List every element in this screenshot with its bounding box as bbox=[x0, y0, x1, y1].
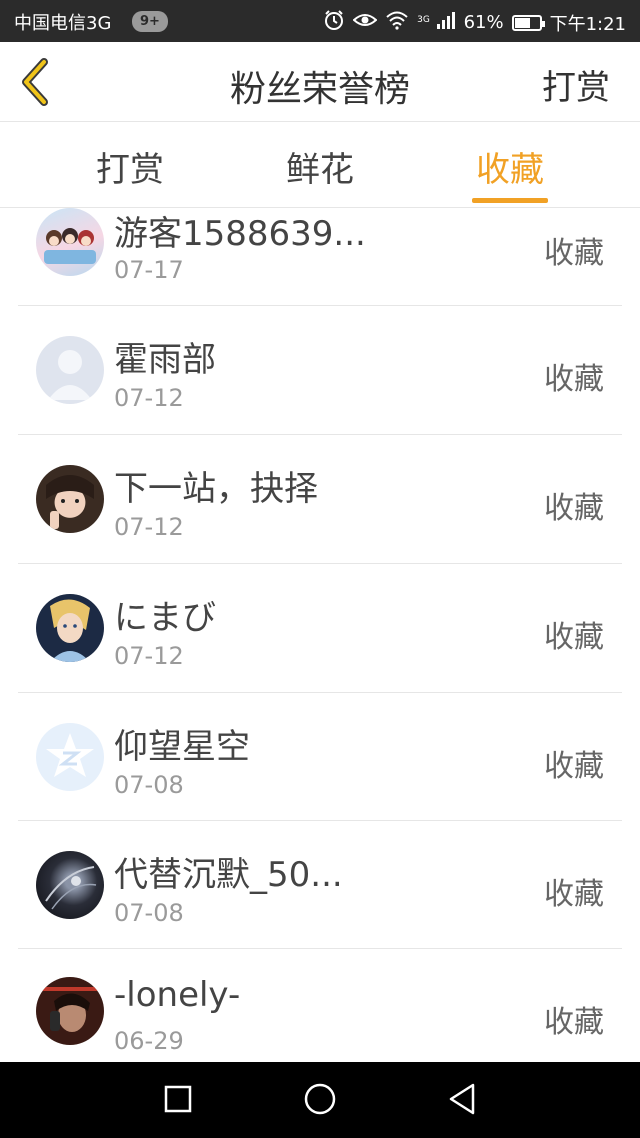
action-date: 06-29 bbox=[114, 1027, 184, 1055]
signal-icon: 3G bbox=[417, 10, 455, 35]
default-user-avatar bbox=[36, 336, 104, 404]
action-label: 收藏 bbox=[544, 749, 604, 784]
clock: 下午1:21 bbox=[549, 13, 626, 35]
tab-favorites[interactable]: 收藏 bbox=[450, 142, 570, 191]
action-date: 07-12 bbox=[114, 642, 184, 670]
carrier-label: 中国电信3G bbox=[14, 13, 112, 34]
list-item[interactable]: 霍雨部 07-12 收藏 bbox=[0, 306, 640, 434]
action-label: 收藏 bbox=[544, 877, 604, 912]
dark-abstract-avatar bbox=[36, 851, 104, 919]
tab-flowers[interactable]: 鲜花 bbox=[260, 142, 380, 191]
action-date: 07-17 bbox=[114, 256, 184, 284]
action-label: 收藏 bbox=[544, 620, 604, 655]
tab-reward[interactable]: 打赏 bbox=[70, 142, 190, 191]
qq-zone-avatar bbox=[36, 723, 104, 791]
user-name: 游客1588639... bbox=[114, 214, 366, 254]
header-bar: 粉丝荣誉榜 打赏 bbox=[0, 42, 640, 122]
reward-button[interactable]: 打赏 bbox=[542, 60, 610, 109]
user-name: 霍雨部 bbox=[114, 340, 216, 380]
action-date: 07-12 bbox=[114, 384, 184, 412]
network-type-label: 3G bbox=[417, 15, 430, 25]
battery-icon bbox=[511, 14, 545, 31]
list-item[interactable]: -lonely- 06-29 收藏 bbox=[0, 949, 640, 1062]
triangle-back-icon[interactable] bbox=[447, 1082, 477, 1120]
action-label: 收藏 bbox=[544, 362, 604, 397]
system-nav-bar bbox=[0, 1062, 640, 1138]
list-item[interactable]: にまび 07-12 收藏 bbox=[0, 564, 640, 692]
action-date: 07-08 bbox=[114, 771, 184, 799]
user-name: -lonely- bbox=[114, 975, 241, 1015]
square-recent-icon[interactable] bbox=[163, 1084, 193, 1118]
circle-home-icon[interactable] bbox=[303, 1082, 337, 1120]
battery-percent: 61% bbox=[463, 12, 504, 33]
action-date: 07-12 bbox=[114, 513, 184, 541]
action-date: 07-08 bbox=[114, 899, 184, 927]
action-label: 收藏 bbox=[544, 1005, 604, 1040]
active-tab-indicator bbox=[472, 198, 548, 203]
list-item[interactable]: 下一站，抉择 07-12 收藏 bbox=[0, 435, 640, 563]
notification-badge: 9+ bbox=[132, 11, 168, 32]
battery-fill bbox=[514, 17, 530, 28]
list-item[interactable]: 仰望星空 07-08 收藏 bbox=[0, 693, 640, 821]
status-bar: 中国电信3G 9+ 3G 61% 下午1:21 bbox=[0, 0, 640, 42]
status-icons: 3G 61% 下午1:21 bbox=[323, 9, 626, 36]
alarm-icon bbox=[323, 9, 345, 36]
wifi-icon bbox=[385, 10, 409, 35]
user-name: にまび bbox=[114, 598, 216, 638]
user-name: 仰望星空 bbox=[114, 727, 250, 767]
eye-icon bbox=[352, 11, 378, 34]
list-item[interactable]: 游客1588639... 07-17 收藏 bbox=[0, 208, 640, 306]
action-label: 收藏 bbox=[544, 491, 604, 526]
tab-bar: 打赏 鲜花 收藏 bbox=[0, 122, 640, 208]
fan-list[interactable]: 游客1588639... 07-17 收藏 霍雨部 07-12 收藏 下一站，抉… bbox=[0, 208, 640, 1062]
user-name: 代替沉默_50... bbox=[114, 855, 343, 895]
user-name: 下一站，抉择 bbox=[114, 469, 318, 509]
list-item[interactable]: 代替沉默_50... 07-08 收藏 bbox=[0, 821, 640, 949]
cartoon-girls-avatar bbox=[36, 208, 104, 276]
girl-photo-avatar bbox=[36, 465, 104, 533]
action-label: 收藏 bbox=[544, 236, 604, 271]
phone-call-avatar bbox=[36, 977, 104, 1045]
cinderella-avatar bbox=[36, 594, 104, 662]
